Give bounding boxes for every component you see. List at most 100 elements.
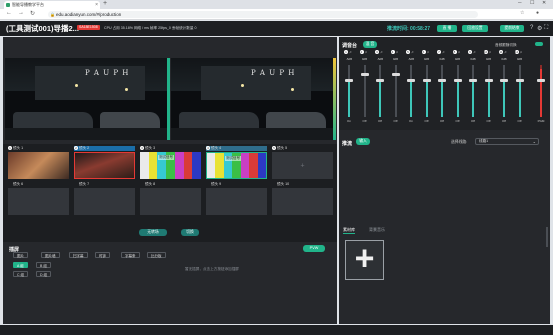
fader-fill (518, 80, 521, 117)
group-b-tab[interactable]: B 组 (36, 262, 51, 268)
overlay-tag-scoreboard[interactable]: 比分板 (147, 252, 166, 258)
fader-knob[interactable] (500, 79, 508, 82)
channel-number: 1 (344, 50, 348, 54)
channel-4-fader[interactable]: 0dB Off (390, 57, 402, 125)
url-input[interactable]: 🔒 edu.aodianyun.com/#/production (48, 11, 478, 18)
tab-close-icon[interactable]: × (95, 1, 98, 9)
lens-8[interactable]: 镜头 8 (140, 182, 201, 215)
overlay-pvw-button[interactable]: PVW (303, 245, 325, 252)
channel-head[interactable]: 2 ♫ (359, 50, 368, 54)
channel-1-fader[interactable]: -5dB On (343, 57, 355, 125)
fader-knob[interactable] (438, 79, 446, 82)
channel-head[interactable]: 1 ♫ (344, 50, 352, 54)
channel-head[interactable]: 11♫ (499, 50, 507, 54)
channel-head[interactable]: 8 ♫ (452, 50, 461, 54)
maximize-icon[interactable]: ☐ (530, 0, 534, 6)
browser-tab[interactable]: 智能导播教学平台 × (4, 1, 100, 9)
end-early-button[interactable]: 提前结束 (500, 25, 524, 32)
lens-6[interactable]: 镜头 6 (8, 182, 69, 215)
master-channel[interactable]: PGM (535, 57, 547, 125)
fader-knob[interactable] (422, 79, 431, 82)
chevron-down-icon: ⌄ (532, 139, 536, 144)
channel-10-fader[interactable]: 0dB Off (483, 57, 495, 125)
channel-9-fader[interactable]: 0dB Off (467, 57, 479, 125)
fader-knob[interactable] (515, 79, 524, 82)
browser-tab-strip: 智能导播教学平台 × + ─ ☐ ✕ (0, 0, 553, 9)
route-select[interactable]: 线路1 ⌄ (475, 138, 539, 145)
channel-head[interactable]: 12♫ (514, 50, 522, 54)
overlay-tag-image[interactable]: 图片 (13, 252, 28, 258)
headphone-icon: ♫ (364, 50, 368, 54)
fader-knob[interactable] (484, 79, 493, 82)
overlay-tag-image-wall[interactable]: 图片墙 (41, 252, 60, 258)
fader-knob[interactable] (376, 79, 384, 82)
lens-1[interactable]: 1 镜头 1 (8, 146, 69, 179)
channel-2-fader[interactable]: 0dB Off (359, 57, 371, 125)
channel-head[interactable]: 3 ♫ (375, 50, 383, 54)
lens-5[interactable]: 5 镜头 5 + (272, 146, 333, 179)
tab-favicon-icon (6, 3, 10, 7)
close-window-icon[interactable]: ✕ (542, 0, 546, 6)
fader-knob[interactable] (453, 79, 462, 82)
fader-knob[interactable] (407, 79, 415, 82)
new-tab-icon[interactable]: + (103, 0, 107, 7)
mix-mode-button[interactable]: 混 音 (363, 41, 377, 48)
channel-head[interactable]: 9 ♫ (468, 50, 476, 54)
channel-6-fader[interactable]: 0dB Off (421, 57, 433, 125)
channel-head[interactable]: 6 ♫ (421, 50, 429, 54)
channel-state: Off (471, 119, 475, 123)
overlay-tag-clock[interactable]: 时钟 (95, 252, 110, 258)
audio-follow-toggle[interactable] (535, 42, 543, 46)
star-icon[interactable]: ☆ (520, 10, 524, 16)
media-scrollbar[interactable] (546, 227, 548, 247)
group-a-tab[interactable]: A 组 (13, 262, 28, 268)
lens-3[interactable]: 3 镜头 3 测试信号 (140, 146, 202, 179)
lens-4[interactable]: 4 镜头 4 测试信号 (206, 146, 267, 179)
transition-select[interactable]: 无转场 (139, 229, 167, 236)
channel-8-fader[interactable]: 0dB Off (452, 57, 464, 125)
fader-knob[interactable] (345, 79, 353, 82)
channel-head[interactable]: 5 ♫ (406, 50, 414, 54)
overlay-tag-subtitle[interactable]: 字幕条 (121, 252, 140, 258)
input-mode-button[interactable]: 输入 (356, 138, 370, 145)
channel-12-fader[interactable]: 0dB Off (514, 57, 526, 125)
settings-icon[interactable]: ⚙ (537, 25, 542, 32)
channel-head[interactable]: 7 ♫ (437, 50, 445, 54)
overlay-tag-scroll-text[interactable]: 扫字幕 (69, 252, 88, 258)
minimize-icon[interactable]: ─ (518, 0, 522, 6)
fader-knob[interactable] (469, 79, 477, 82)
lens-9[interactable]: 镜头 9 (206, 182, 267, 215)
channel-value: 0dB (516, 57, 523, 61)
pgm-video[interactable]: P A U P H (171, 58, 333, 140)
reload-icon[interactable]: ↻ (30, 10, 35, 17)
back-icon[interactable]: ← (6, 10, 12, 16)
lens-7[interactable]: 镜头 7 (74, 182, 135, 215)
channel-head[interactable]: 4 ♫ (390, 50, 398, 54)
channel-head[interactable]: 10♫ (483, 50, 491, 54)
channel-3-fader[interactable]: -5dB Off (374, 57, 386, 125)
live-button[interactable]: 直 播 (437, 25, 457, 32)
fader-knob[interactable] (360, 73, 369, 76)
forward-icon[interactable]: → (18, 10, 24, 16)
tab-background-music[interactable]: 背景音乐 (369, 227, 385, 233)
group-c-tab[interactable]: C 组 (13, 271, 28, 277)
playback-settings-button[interactable]: 回放设置 (462, 25, 488, 32)
cut-button[interactable]: 切换 (181, 229, 199, 236)
help-icon[interactable]: ? (530, 25, 533, 31)
lens-2[interactable]: 2 镜头 2 (74, 146, 135, 179)
group-d-tab[interactable]: D 组 (36, 271, 51, 277)
fader-knob[interactable] (391, 73, 400, 76)
channel-5-fader[interactable]: -5dB On (405, 57, 417, 125)
channel-value: 0dB (470, 57, 476, 61)
headphone-icon: ♫ (349, 50, 352, 54)
profile-icon[interactable]: ● (536, 10, 539, 16)
channel-7-fader[interactable]: 0dB Off (436, 57, 448, 125)
channel-11-fader[interactable]: 0dB Off (498, 57, 510, 125)
channel-number: 11 (499, 50, 503, 54)
fullscreen-icon[interactable]: ⛶ (544, 25, 548, 32)
headphone-icon: ♫ (457, 50, 461, 54)
add-media-button[interactable]: + (345, 240, 384, 280)
lens-10[interactable]: 镜头 10 (272, 182, 333, 215)
pvw-video[interactable]: P A U P H (5, 58, 167, 140)
tab-media-library[interactable]: 素材库 (343, 227, 355, 234)
